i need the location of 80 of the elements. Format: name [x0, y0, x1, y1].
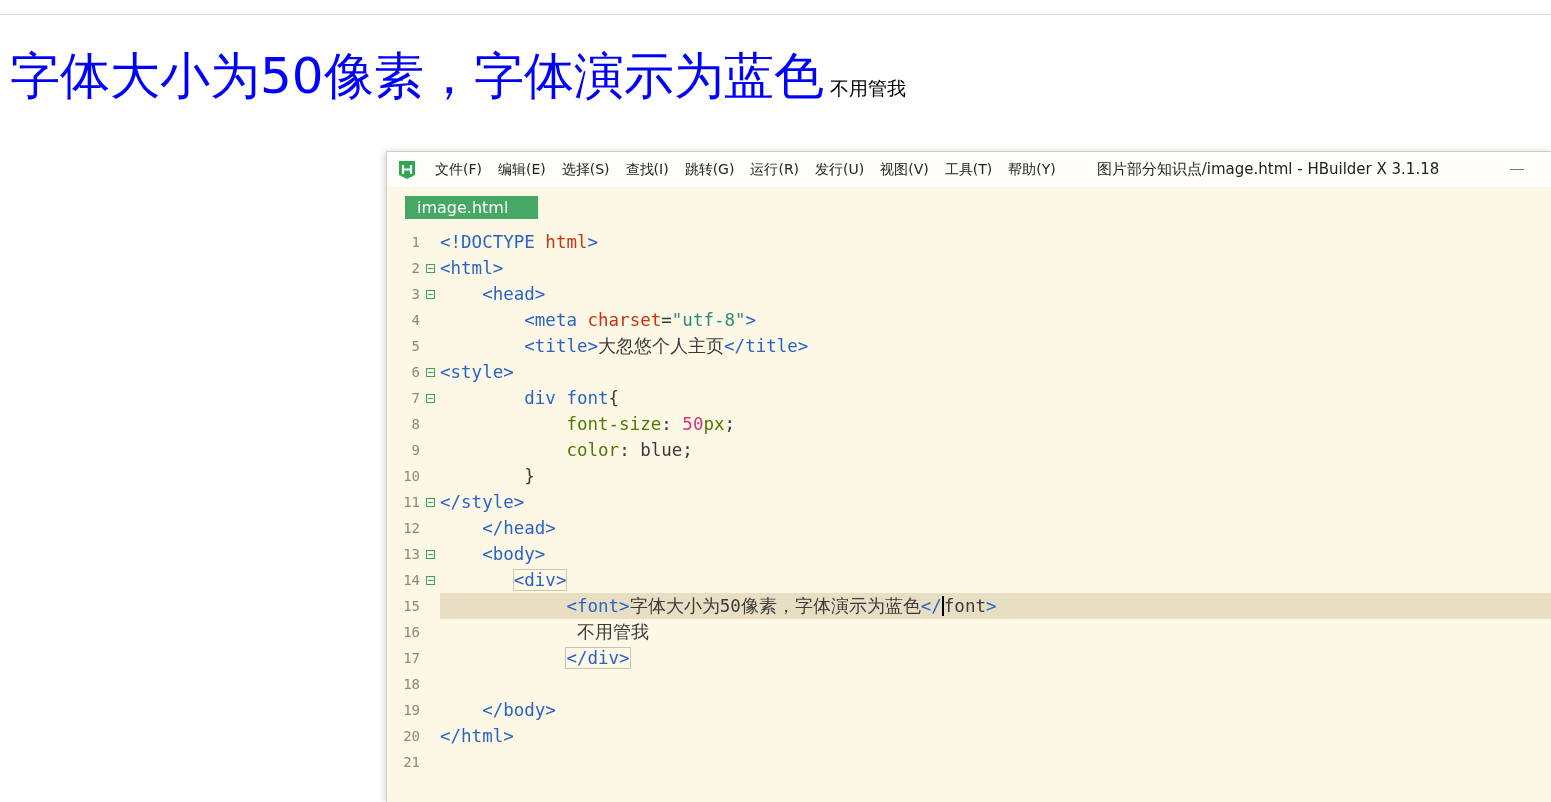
- line-number: 10: [402, 468, 420, 484]
- line-number: 9: [410, 442, 420, 458]
- code-text: : blue;: [619, 440, 693, 460]
- menu-item[interactable]: 选择(S): [561, 160, 610, 179]
- line-number: 15: [402, 598, 420, 614]
- line-number: 6: [410, 364, 420, 380]
- fold-icon[interactable]: [425, 575, 435, 585]
- page-text: 不用管我: [829, 76, 906, 100]
- fold-icon[interactable]: [425, 263, 435, 273]
- code-tag: </: [920, 596, 942, 616]
- code-prop: px: [703, 414, 725, 434]
- code-tag: <title>: [524, 336, 599, 356]
- line-number: 20: [402, 728, 420, 744]
- code-tag: </title>: [724, 336, 809, 356]
- line-number: 18: [402, 676, 420, 692]
- code-text: 不用管我: [576, 621, 649, 644]
- code-text: font: [943, 596, 986, 616]
- fold-icon[interactable]: [425, 549, 435, 559]
- line-number: 19: [402, 702, 420, 718]
- line-number: 8: [410, 416, 420, 432]
- code-text: =: [661, 310, 672, 330]
- code-text: {: [608, 388, 620, 408]
- code-tag: <font>: [566, 596, 630, 616]
- line-number: 7: [410, 390, 420, 406]
- menu-item[interactable]: 视图(V): [880, 160, 929, 179]
- menu-item[interactable]: 运行(R): [750, 160, 800, 179]
- code-tag: <head>: [482, 284, 546, 304]
- menu-item[interactable]: 帮助(Y): [1008, 160, 1056, 179]
- app-logo-icon: [398, 159, 416, 180]
- line-number: 1: [410, 234, 420, 250]
- line-number: 13: [402, 546, 420, 562]
- menu-item[interactable]: 发行(U): [815, 160, 865, 179]
- fold-icon[interactable]: [425, 367, 435, 377]
- code-number: 50: [682, 414, 704, 434]
- code-text: }: [524, 466, 535, 486]
- code-attr: charset: [587, 310, 662, 330]
- fold-icon[interactable]: [425, 497, 435, 507]
- code-attr: html: [545, 232, 588, 252]
- line-number: 17: [402, 650, 420, 666]
- menu-item[interactable]: 编辑(E): [498, 160, 546, 179]
- code-tag: </html>: [440, 726, 514, 746]
- code-text: :: [661, 414, 673, 434]
- window-title: 图片部分知识点/image.html - HBuilder X 3.1.18: [1096, 160, 1440, 179]
- code-tag: </head>: [482, 518, 556, 538]
- code-tag: <style>: [440, 362, 514, 382]
- fold-icon[interactable]: [425, 393, 435, 403]
- code-string: "utf-8": [671, 310, 746, 330]
- line-number: 3: [410, 286, 420, 302]
- code-prop: color: [566, 440, 620, 460]
- code-tag: <html>: [440, 258, 504, 278]
- line-number: 11: [402, 494, 420, 510]
- code-tag: <!DOCTYPE: [440, 232, 546, 252]
- code-text: 字体大小为50像素，字体演示为蓝色: [629, 595, 921, 618]
- code-prop: font-size: [566, 414, 662, 434]
- line-number: 2: [410, 260, 420, 276]
- code-tag: >: [587, 232, 599, 252]
- code-tag: <div>: [513, 570, 567, 590]
- code-tag: >: [745, 310, 757, 330]
- menu-item[interactable]: 查找(I): [625, 160, 669, 179]
- code-tag: </style>: [440, 492, 525, 512]
- code-tag: >: [985, 596, 997, 616]
- code-tag: </body>: [482, 700, 556, 720]
- fold-icon[interactable]: [425, 289, 435, 299]
- line-number: 16: [402, 624, 420, 640]
- code-tag: </div>: [566, 648, 630, 668]
- code-text: ;: [724, 414, 736, 434]
- line-number: 14: [402, 572, 420, 588]
- minimize-icon[interactable]: [1510, 168, 1524, 171]
- line-number: 5: [410, 338, 420, 354]
- line-number: 4: [410, 312, 420, 328]
- line-number: 21: [402, 754, 420, 770]
- code-text: 大忽悠个人主页: [598, 335, 725, 358]
- page-heading: 字体大小为50像素，字体演示为蓝色: [10, 48, 824, 104]
- menu-item[interactable]: 工具(T): [944, 160, 993, 179]
- code-tag: <meta: [524, 310, 588, 330]
- line-number: 12: [402, 520, 420, 536]
- code-tag: <body>: [482, 544, 546, 564]
- menu-item[interactable]: 文件(F): [435, 160, 482, 179]
- menu-item[interactable]: 跳转(G): [684, 160, 735, 179]
- code-tag: div font: [524, 388, 609, 408]
